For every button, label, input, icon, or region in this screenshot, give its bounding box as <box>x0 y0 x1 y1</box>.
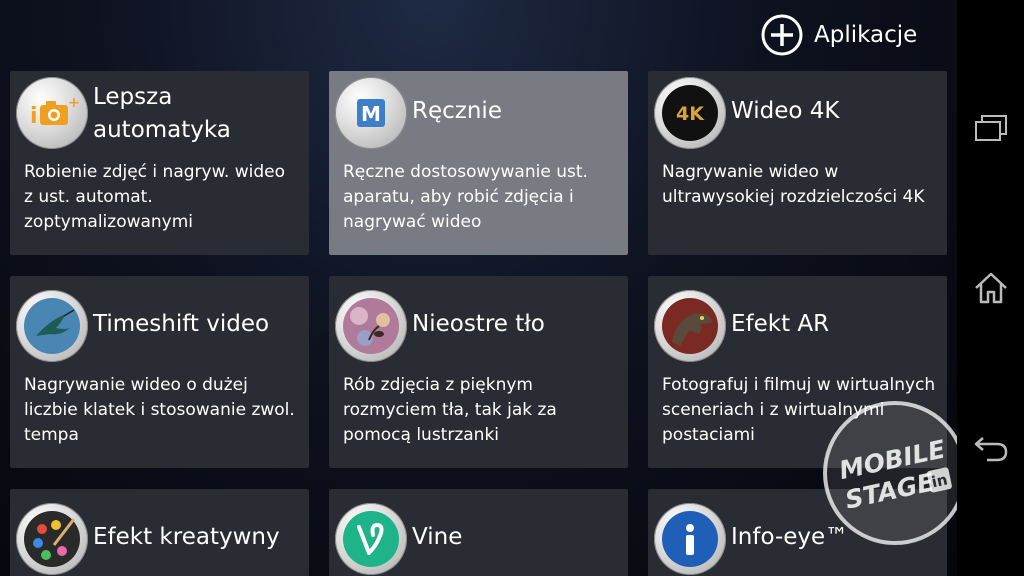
dinosaur-icon <box>654 290 726 362</box>
card-superior-auto[interactable]: i + Lepsza automatyka Robienie zdjęć i n… <box>10 71 309 255</box>
back-icon <box>974 437 1007 462</box>
card-timeshift-video[interactable]: Timeshift video Nagrywanie wideo o dużej… <box>10 276 309 468</box>
card-video-4k[interactable]: 4K Wideo 4K Nagrywanie wideo w ultrawyso… <box>648 71 947 255</box>
hummingbird-icon <box>16 290 88 362</box>
add-applications-button[interactable]: Aplikacje <box>760 12 917 58</box>
add-applications-label: Aplikacje <box>814 22 918 48</box>
home-icon <box>974 272 1007 304</box>
card-title: Efekt AR <box>731 311 830 337</box>
card-creative-effect[interactable]: Efekt kreatywny <box>10 489 309 576</box>
card-background-defocus[interactable]: Nieostre tło Rób zdjęcia z pięknym rozmy… <box>329 276 628 468</box>
card-title: Wideo 4K <box>731 98 840 124</box>
card-title: Vine <box>412 524 463 550</box>
svg-text:M: M <box>361 102 381 126</box>
card-manual[interactable]: M Ręcznie Ręczne dostosowywanie ust. apa… <box>329 71 628 255</box>
info-eye-icon <box>654 503 726 575</box>
card-title: Efekt kreatywny <box>93 524 280 550</box>
palette-icon <box>16 503 88 575</box>
card-description: Ręczne dostosowywanie ust. aparatu, aby … <box>343 162 588 232</box>
card-description: Nagrywanie wideo w ultrawysokiej rozdzie… <box>662 162 925 207</box>
card-description: Nagrywanie wideo o dużej liczbie klatek … <box>24 375 295 445</box>
home-button[interactable] <box>957 258 1024 318</box>
recent-apps-button[interactable] <box>957 98 1024 158</box>
video-4k-icon: 4K <box>654 77 726 149</box>
manual-icon: M <box>335 77 407 149</box>
card-description: Robienie zdjęć i nagryw. wideo z ust. au… <box>24 162 286 232</box>
background-defocus-icon <box>335 290 407 362</box>
recent-apps-icon <box>974 115 1007 141</box>
back-button[interactable] <box>957 418 1024 478</box>
mobile-stage-watermark: MOBILE STAGE in <box>823 401 957 545</box>
card-title: Lepsza automatyka <box>93 84 231 143</box>
navigation-bar <box>957 0 1024 576</box>
svg-text:+: + <box>68 95 80 111</box>
card-vine[interactable]: Vine <box>329 489 628 576</box>
svg-text:i: i <box>30 104 38 129</box>
superior-auto-icon: i + <box>16 77 88 149</box>
card-title: Ręcznie <box>412 98 502 124</box>
app-grid-screen: Aplikacje i + Lepsza automatyka Robienie… <box>0 0 957 576</box>
plus-circle-icon <box>761 14 803 56</box>
card-title: Timeshift video <box>93 311 270 337</box>
card-description: Rób zdjęcia z pięknym rozmyciem tła, tak… <box>343 375 557 445</box>
vine-icon <box>335 503 407 575</box>
card-title: Nieostre tło <box>412 311 545 337</box>
svg-text:4K: 4K <box>676 103 705 125</box>
